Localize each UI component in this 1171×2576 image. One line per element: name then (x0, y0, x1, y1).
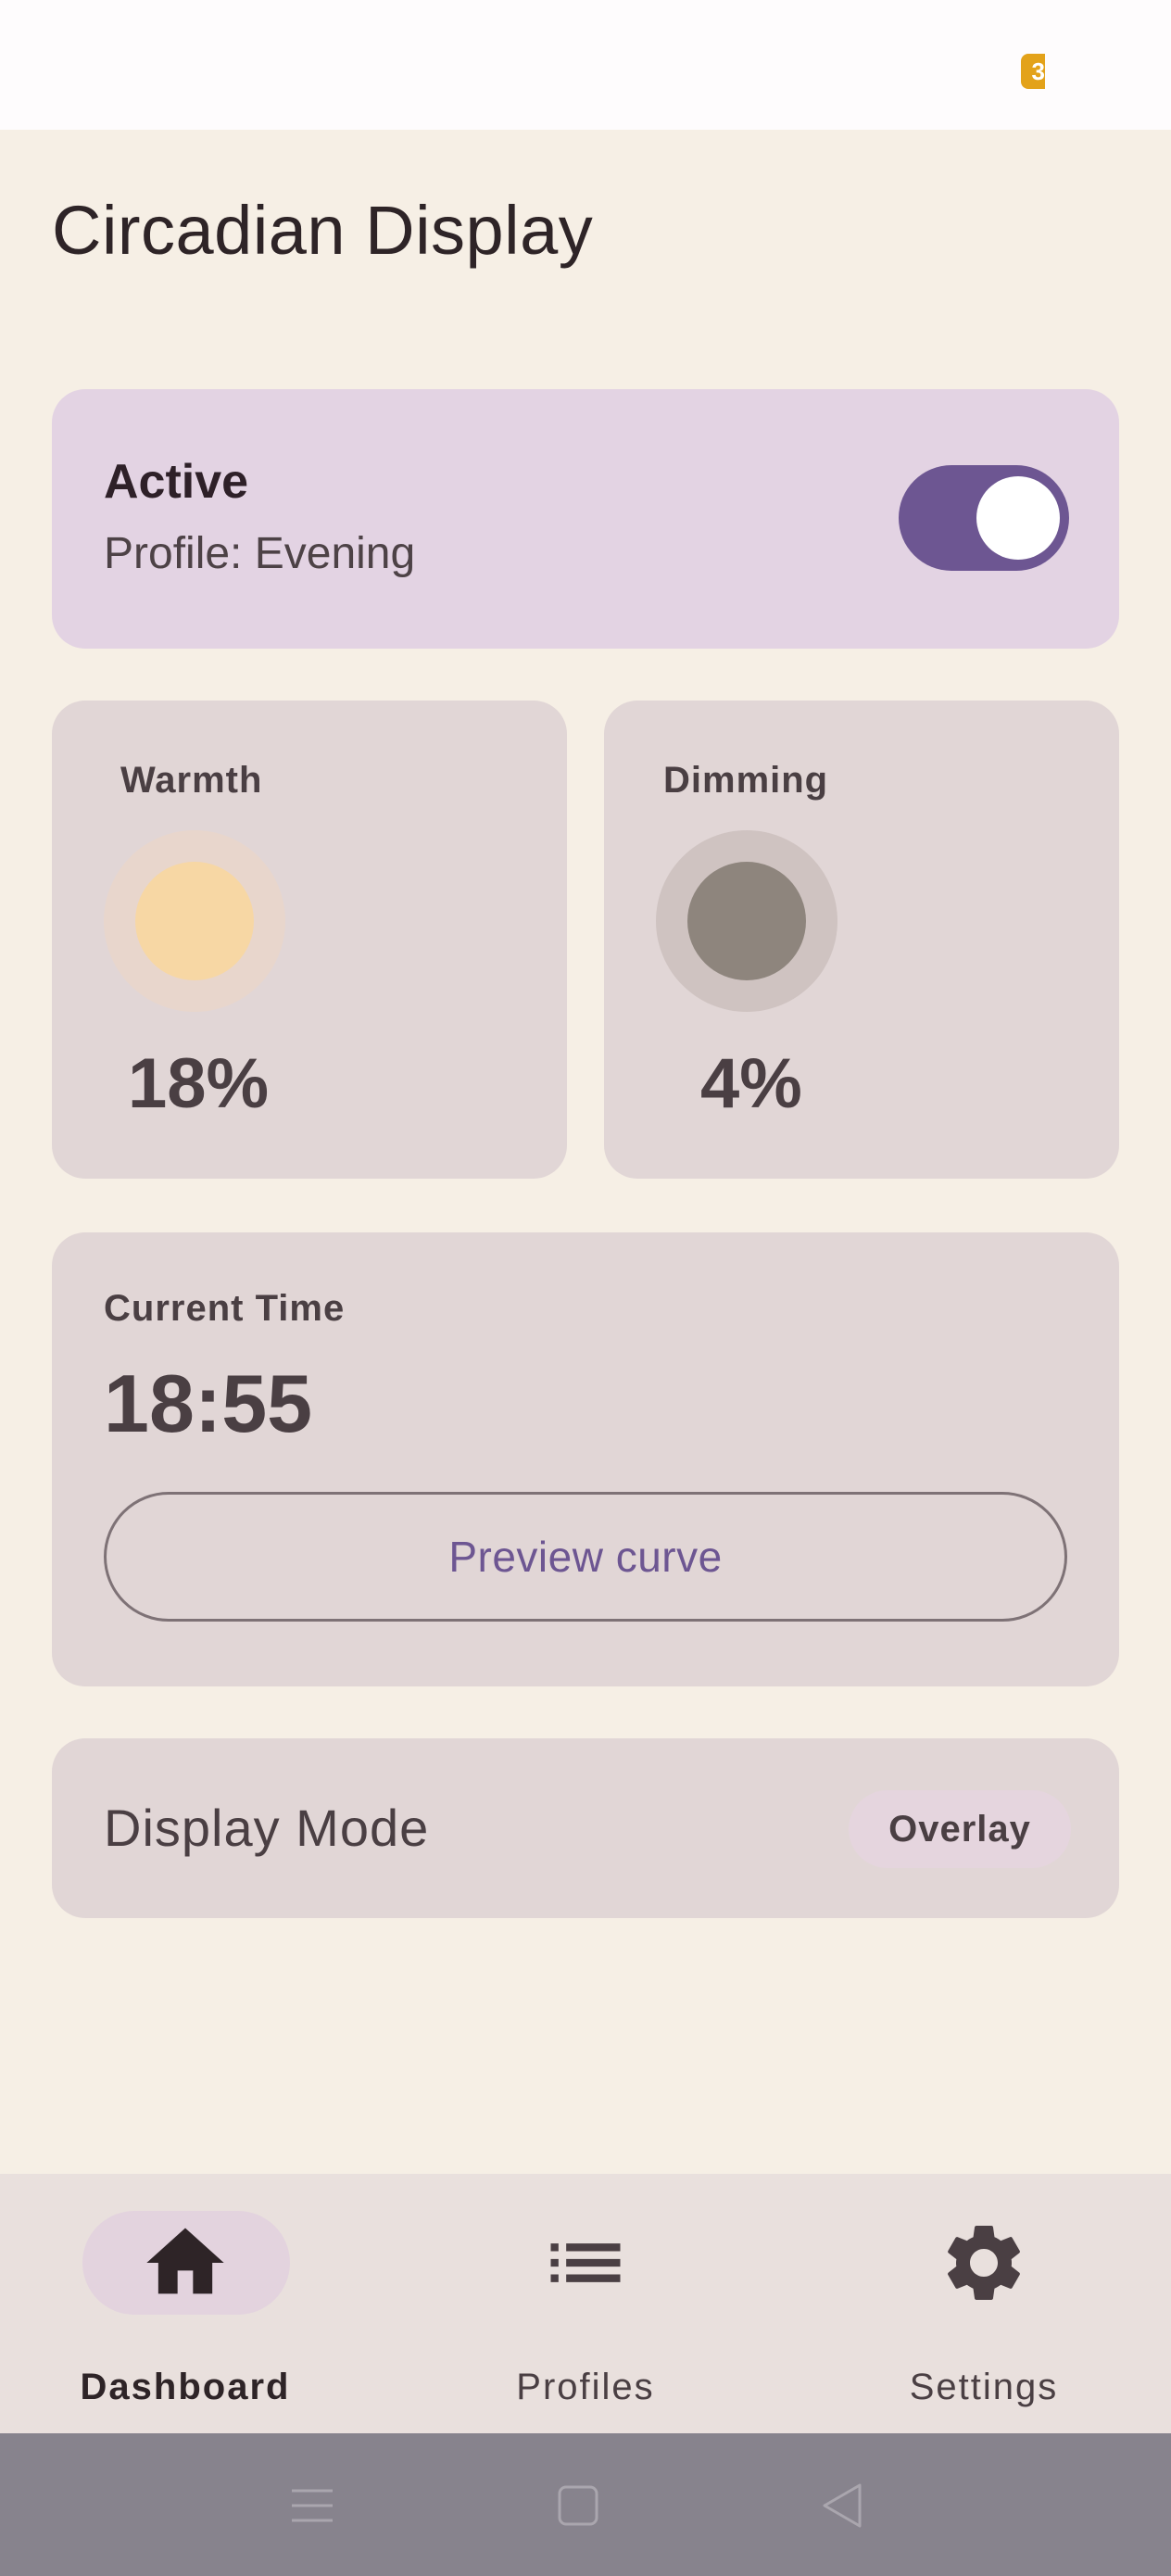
system-navigation-bar (0, 2433, 1171, 2576)
nav-label-profiles: Profiles (516, 2367, 655, 2407)
list-icon (550, 2243, 621, 2282)
current-time-value: 18:55 (104, 1357, 313, 1449)
bottom-navigation: Dashboard Profiles Settings (0, 2174, 1171, 2433)
nav-item-dashboard[interactable]: Dashboard (46, 2211, 324, 2407)
back-triangle-icon[interactable] (815, 2478, 871, 2533)
nav-item-profiles[interactable]: Profiles (447, 2211, 724, 2407)
dimming-swatch (656, 830, 837, 1012)
active-card: Active Profile: Evening (52, 389, 1119, 649)
warmth-swatch-core (135, 862, 254, 980)
warmth-swatch (104, 830, 285, 1012)
display-mode-card[interactable]: Display Mode Overlay (52, 1738, 1119, 1918)
active-title: Active (104, 455, 249, 509)
nav-item-settings[interactable]: Settings (845, 2211, 1123, 2407)
status-bar: 3 (0, 0, 1171, 130)
current-time-card: Current Time 18:55 Preview curve (52, 1232, 1119, 1686)
dimming-label: Dimming (663, 760, 829, 801)
nav-label-settings: Settings (909, 2367, 1059, 2407)
home-square-icon[interactable] (550, 2478, 606, 2533)
display-mode-chip[interactable]: Overlay (849, 1790, 1071, 1868)
active-toggle[interactable] (899, 465, 1069, 571)
warmth-value: 18% (128, 1044, 270, 1123)
home-icon (146, 2228, 224, 2294)
active-profile-label: Profile: Evening (104, 529, 416, 578)
menu-icon[interactable] (284, 2478, 340, 2533)
current-time-label: Current Time (104, 1288, 346, 1329)
preview-curve-button[interactable]: Preview curve (104, 1492, 1067, 1622)
page-title: Circadian Display (52, 192, 594, 269)
gear-icon (948, 2226, 1020, 2300)
dimming-card: Dimming 4% (604, 701, 1119, 1179)
warmth-card: Warmth 18% (52, 701, 567, 1179)
warmth-label: Warmth (120, 760, 263, 801)
display-mode-label: Display Mode (104, 1799, 430, 1857)
dimming-value: 4% (700, 1044, 802, 1123)
nav-label-dashboard: Dashboard (80, 2367, 291, 2407)
battery-icon: 3 (1021, 54, 1045, 89)
dimming-swatch-core (687, 862, 806, 980)
toggle-knob (976, 476, 1060, 560)
